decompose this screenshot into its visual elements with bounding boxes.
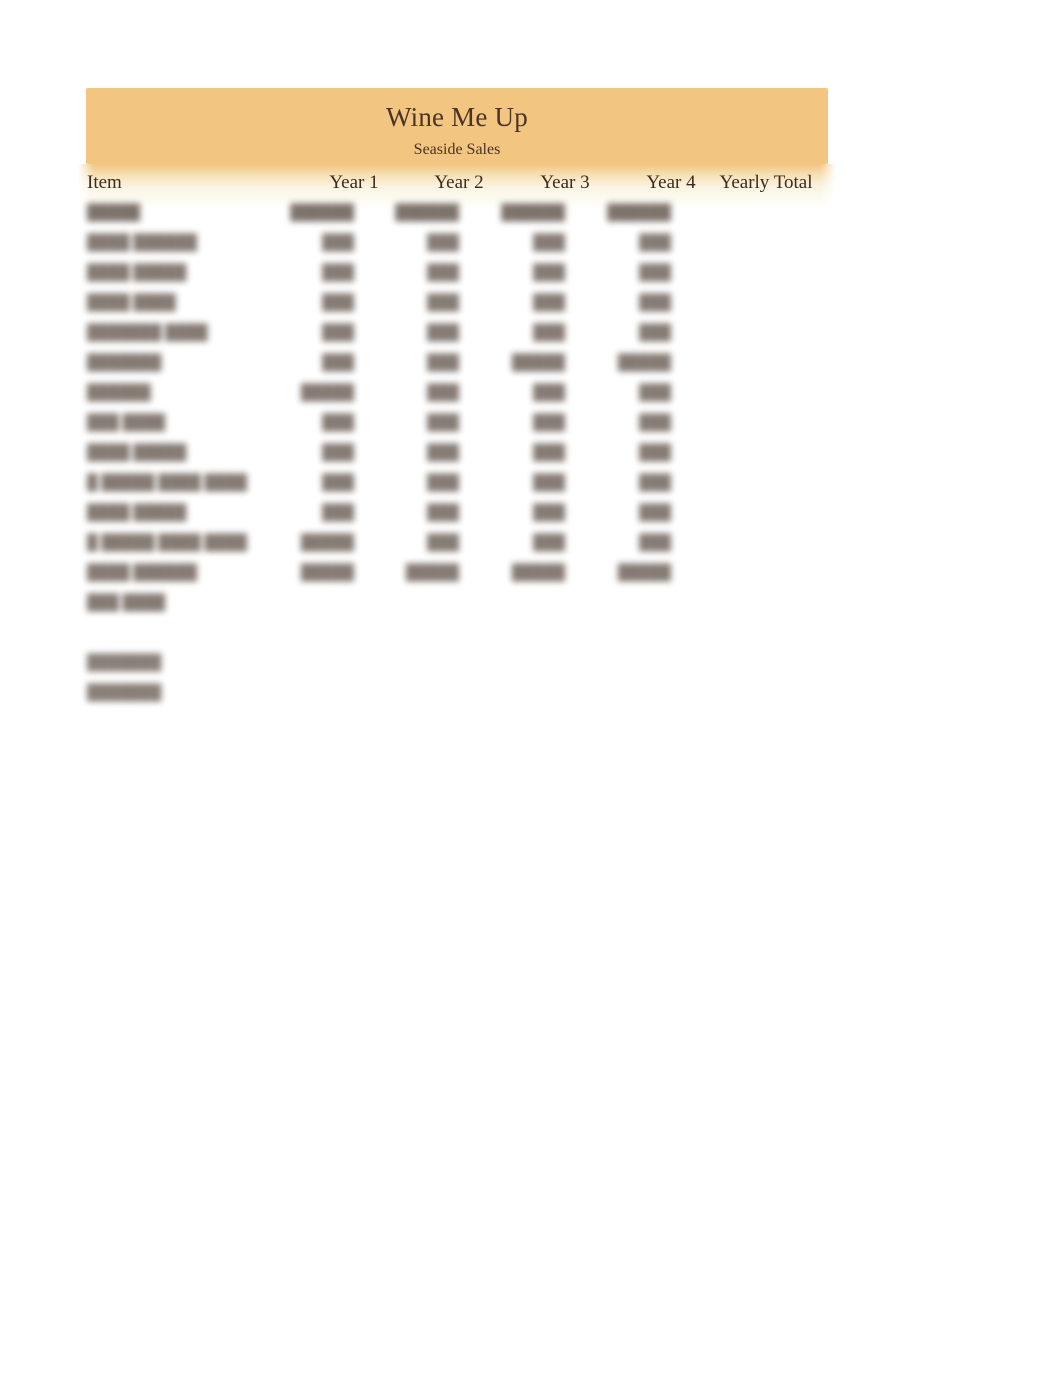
cell-year3: ███	[533, 445, 565, 461]
cell-year1: ███	[322, 235, 354, 251]
cell-year2: ███	[427, 385, 459, 401]
cell-year4: ███	[639, 235, 671, 251]
footer-note-row: ███████	[86, 684, 486, 714]
cell-item: ███████	[87, 355, 162, 371]
cell-year2: ███	[427, 445, 459, 461]
table-column-headers: Item Year 1 Year 2 Year 3 Year 4 Yearly Total	[86, 170, 828, 196]
table-row[interactable]: ████ █████ ███ ███ ███ ███	[86, 264, 842, 294]
cell-year3: ███	[533, 385, 565, 401]
cell-year3: ███	[533, 295, 565, 311]
cell-year2: ███	[427, 355, 459, 371]
table-row[interactable]: ███ ████ ███ ███ ███ ███	[86, 414, 842, 444]
cell-year3: ██████	[501, 205, 565, 221]
cell-year2: ███	[427, 475, 459, 491]
footer-note-row: ███████	[86, 654, 486, 684]
cell-item: ████ ████	[87, 295, 176, 311]
cell-year2: ███	[427, 235, 459, 251]
cell-year4: ███	[639, 415, 671, 431]
cell-year2: ███	[427, 505, 459, 521]
cell-year2: ███	[427, 415, 459, 431]
table-row[interactable]: ████ ████ ███ ███ ███ ███	[86, 294, 842, 324]
cell-year4: ███	[639, 475, 671, 491]
table-row[interactable]: █████ ██████ ██████ ██████ ██████	[86, 204, 842, 234]
cell-year1: █████	[300, 535, 354, 551]
cell-item: ████ █████	[87, 445, 187, 461]
table-row[interactable]: ████ █████ ███ ███ ███ ███	[86, 504, 842, 534]
cell-year1: ███	[322, 325, 354, 341]
column-header-year2: Year 2	[434, 172, 484, 193]
cell-year4: ███	[639, 445, 671, 461]
cell-year1: ██████	[290, 205, 354, 221]
cell-year4: ███	[639, 325, 671, 341]
footer-note-text: ███████	[87, 655, 162, 671]
cell-item: ███████ ████	[87, 325, 208, 341]
cell-year1: █████	[300, 385, 354, 401]
cell-item: ████ ██████	[87, 235, 198, 251]
cell-item: ██████	[87, 385, 151, 401]
table-row[interactable]: ████ ██████ █████ █████ █████ █████	[86, 564, 842, 594]
column-header-yearly_total: Yearly Total	[719, 172, 813, 193]
cell-year1: ███	[322, 265, 354, 281]
cell-year4: ███	[639, 505, 671, 521]
page-title: Wine Me Up	[386, 102, 528, 132]
cell-year2: ███	[427, 325, 459, 341]
cell-year1: ███	[322, 355, 354, 371]
footer-note-text: ███████	[87, 685, 162, 701]
cell-year3: ███	[533, 325, 565, 341]
report-subtitle: Seaside Sales	[413, 141, 501, 158]
cell-year3: ███	[533, 265, 565, 281]
cell-year3: █████	[511, 355, 565, 371]
table-row[interactable]: █ █████ ████ ████ █████ ███ ███ ███	[86, 534, 842, 564]
cell-year2: █████	[405, 565, 459, 581]
cell-year4: ███	[639, 535, 671, 551]
cell-year3: ███	[533, 505, 565, 521]
cell-year2: ██████	[395, 205, 459, 221]
column-header-year3: Year 3	[540, 172, 590, 193]
cell-year1: ███	[322, 505, 354, 521]
cell-year3: ███	[533, 415, 565, 431]
cell-year2: ███	[427, 535, 459, 551]
cell-item: ████ █████	[87, 265, 187, 281]
cell-item: ████ ██████	[87, 565, 198, 581]
footer-notes: ███████ ███████	[86, 654, 486, 714]
cell-item: █████	[87, 205, 141, 221]
cell-year1: ███	[322, 475, 354, 491]
table-row[interactable]: ███████ ███ ███ █████ █████	[86, 354, 842, 384]
cell-year4: ██████	[607, 205, 671, 221]
table-row[interactable]: ████ ██████ ███ ███ ███ ███	[86, 234, 842, 264]
table-row[interactable]: ██████ █████ ███ ███ ███	[86, 384, 842, 414]
sales-report: Wine Me Up Seaside Sales Item Year 1 Year …	[78, 88, 842, 701]
cell-year4: ███	[639, 385, 671, 401]
cell-year3: █████	[511, 565, 565, 581]
cell-year1: ███	[322, 295, 354, 311]
report-banner: Wine Me Up Seaside Sales	[86, 88, 828, 164]
table-row[interactable]: █ █████ ████ ████ ███ ███ ███ ███	[86, 474, 842, 504]
cell-year3: ███	[533, 235, 565, 251]
cell-item: █ █████ ████ ████	[87, 535, 248, 551]
table-row[interactable]: ███ ████	[86, 594, 842, 624]
cell-item: ███ ████	[87, 415, 166, 431]
cell-year4: ███	[639, 295, 671, 311]
cell-year4: ███	[639, 265, 671, 281]
cell-year1: ███	[322, 415, 354, 431]
table-row[interactable]: ███████ ████ ███ ███ ███ ███	[86, 324, 842, 354]
cell-item: ████ █████	[87, 505, 187, 521]
column-header-item: Item	[87, 172, 122, 193]
cell-year3: ███	[533, 475, 565, 491]
cell-year1: █████	[300, 565, 354, 581]
cell-year4: █████	[617, 565, 671, 581]
column-header-year1: Year 1	[329, 172, 379, 193]
table-row[interactable]: ████ █████ ███ ███ ███ ███	[86, 444, 842, 474]
cell-year1: ███	[322, 445, 354, 461]
cell-year2: ███	[427, 295, 459, 311]
cell-item: █ █████ ████ ████	[87, 475, 248, 491]
table-body: █████ ██████ ██████ ██████ ██████ ████ ██████…	[86, 204, 842, 624]
cell-year2: ███	[427, 265, 459, 281]
cell-year4: █████	[617, 355, 671, 371]
cell-item: ███ ████	[87, 595, 166, 611]
cell-year3: ███	[533, 535, 565, 551]
